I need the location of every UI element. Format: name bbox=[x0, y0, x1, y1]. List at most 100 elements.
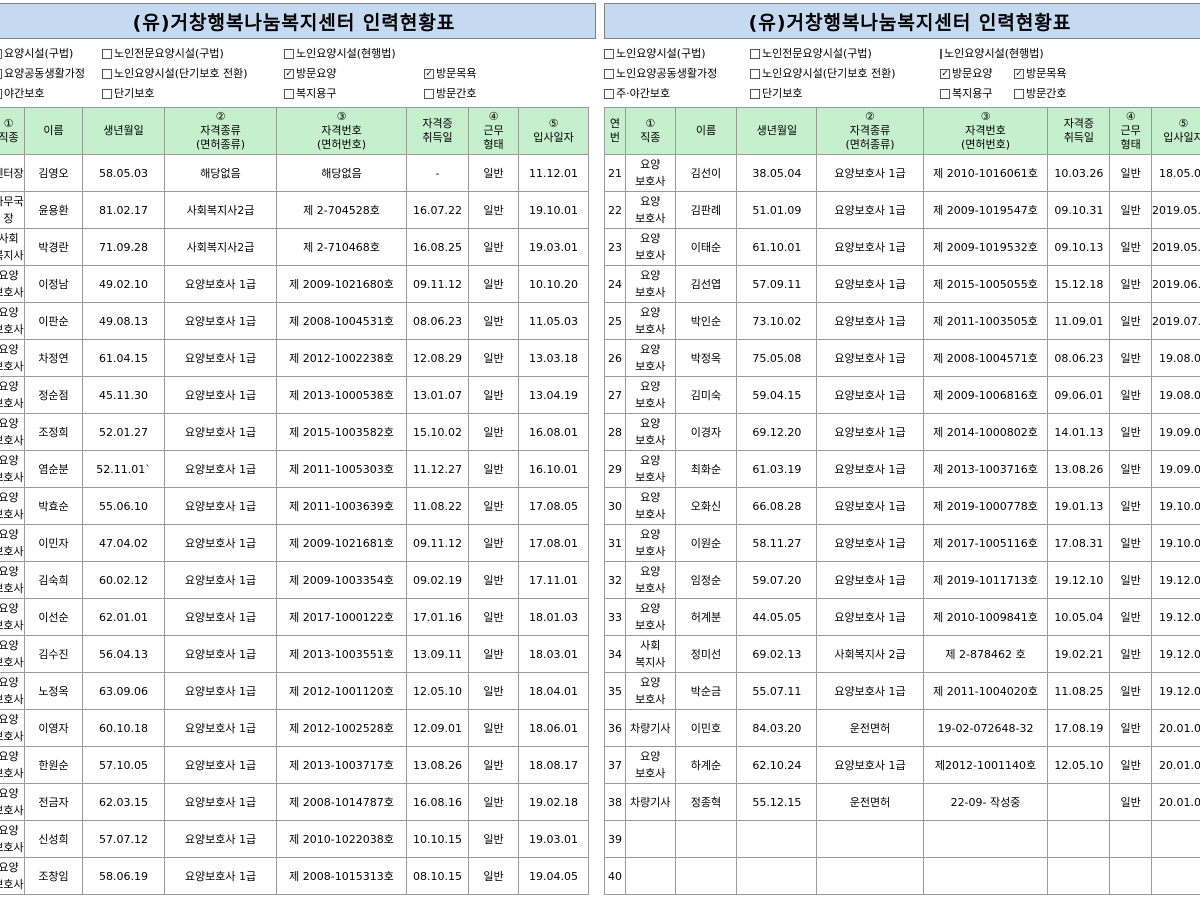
checkbox-icon[interactable] bbox=[102, 49, 112, 59]
facility-checkbox[interactable]: 노인요양시설(구법) bbox=[604, 44, 750, 64]
facility-checkbox[interactable]: ✓ 방문목욕 bbox=[424, 64, 534, 84]
column-header-acq-date: 자격증 취득일 bbox=[406, 107, 469, 155]
table-row: 사회 복지사박경란71.09.28사회복지사2급제 2-710468호16.08… bbox=[0, 228, 589, 266]
cell-work-type: 일반 bbox=[468, 672, 519, 710]
facility-checkbox[interactable]: 노인요양시설(단기보호 전환) bbox=[102, 64, 284, 84]
table-row: 23 요양 보호사 이태순 61.10.01 요양보호사 1급 제 2009-101953… bbox=[604, 228, 1200, 266]
checkbox-icon[interactable] bbox=[284, 89, 294, 99]
facility-checkbox[interactable]: 복지용구 bbox=[940, 84, 1014, 104]
facility-checkbox[interactable]: 노인요양시설(현행법) bbox=[940, 44, 1044, 64]
cell-hire-date: 2019.06.01 bbox=[1150, 265, 1200, 303]
cell-qual-type: 요양보호사 1급 bbox=[816, 265, 924, 303]
facility-checkbox[interactable]: 노인요양공동생활가정 bbox=[604, 64, 750, 84]
cell-qual-type: 사회복지사 2급 bbox=[816, 635, 924, 673]
checkbox-label: 방문요양 bbox=[952, 67, 993, 80]
cell-qual-type: 요양보호사 1급 bbox=[164, 598, 277, 636]
cell-acq-date bbox=[1047, 783, 1111, 821]
cell-qual-type: 요양보호사 1급 bbox=[816, 598, 924, 636]
cell-hire-date: 17.08.05 bbox=[518, 487, 589, 525]
column-header-hire-date: ⑤ 입사일자 bbox=[518, 107, 589, 155]
checkbox-icon[interactable] bbox=[284, 49, 294, 59]
cell-hire-date: 18.06.01 bbox=[518, 709, 589, 747]
cell-hire-date: 19.09.01 bbox=[1150, 450, 1200, 488]
cell-hire-date: 19.04.05 bbox=[518, 857, 589, 895]
cell-work-type: 일반 bbox=[468, 857, 519, 895]
facility-type-checkboxes: 요양시설(구법) 노인전문요양시설(구법) 노인요양시설(현행법) 요양공동생활가정 노… bbox=[0, 39, 596, 107]
cell-role: 요양 보호사 bbox=[0, 561, 25, 599]
cell-work-type: 일반 bbox=[468, 339, 519, 377]
cell-acq-date: 14.01.13 bbox=[1047, 413, 1111, 451]
checkbox-label: 방문목욕 bbox=[1026, 67, 1067, 80]
checkbox-icon[interactable] bbox=[940, 49, 942, 59]
checkbox-icon[interactable] bbox=[604, 89, 614, 99]
checkbox-icon[interactable] bbox=[0, 89, 2, 99]
cell-work-type: 일반 bbox=[468, 524, 519, 562]
cell-qual-no: 제 2010-1022038호 bbox=[276, 820, 407, 858]
checked-box-icon[interactable]: ✓ bbox=[424, 69, 434, 79]
facility-checkbox[interactable]: ✓ 방문목욕 bbox=[1014, 64, 1114, 84]
cell-no: 29 bbox=[604, 450, 626, 488]
column-header-acq-date: 자격증 취득일 bbox=[1047, 107, 1111, 155]
checkbox-icon[interactable] bbox=[750, 69, 760, 79]
checkbox-label: 단기보호 bbox=[114, 87, 155, 100]
facility-checkbox[interactable]: ✓ 방문요양 bbox=[940, 64, 1014, 84]
checkbox-icon[interactable] bbox=[0, 69, 2, 79]
cell-birth: 66.08.28 bbox=[736, 487, 818, 525]
table-row: 31 요양 보호사 이원순 58.11.27 요양보호사 1급 제 2017-100511… bbox=[604, 524, 1200, 562]
checkbox-icon[interactable] bbox=[604, 49, 614, 59]
facility-checkbox[interactable]: 복지용구 bbox=[284, 84, 424, 104]
checkbox-icon[interactable] bbox=[1014, 89, 1024, 99]
facility-checkbox[interactable]: 노인전문요양시설(구법) bbox=[750, 44, 940, 64]
cell-birth: 55.07.11 bbox=[736, 672, 818, 710]
cell-birth: 60.02.12 bbox=[82, 561, 165, 599]
cell-qual-no: 제 2008-1004571호 bbox=[922, 339, 1049, 377]
facility-checkbox[interactable]: 방문간호 bbox=[1014, 84, 1114, 104]
checkbox-row: 주·야간보호 단기보호 복지용구 방문간호 bbox=[604, 84, 1200, 104]
facility-checkbox[interactable]: 방문간호 bbox=[424, 84, 534, 104]
cell-birth: 61.04.15 bbox=[82, 339, 165, 377]
cell-acq-date: 09.06.01 bbox=[1047, 376, 1111, 414]
checkbox-icon[interactable] bbox=[604, 69, 614, 79]
cell-work-type: 일반 bbox=[1109, 598, 1152, 636]
checkbox-icon[interactable] bbox=[750, 49, 760, 59]
checkbox-icon[interactable] bbox=[102, 89, 112, 99]
facility-checkbox[interactable]: 야간보호 bbox=[0, 84, 102, 104]
facility-checkbox[interactable]: 요양시설(구법) bbox=[0, 44, 102, 64]
cell-no: 40 bbox=[604, 857, 626, 895]
cell-name: 김수진 bbox=[24, 635, 83, 673]
cell-role: 사회 복지사 bbox=[624, 635, 676, 673]
facility-checkbox[interactable]: 노인요양시설(현행법) bbox=[284, 44, 424, 64]
cell-birth: 55.06.10 bbox=[82, 487, 165, 525]
cell-birth: 59.04.15 bbox=[736, 376, 818, 414]
facility-checkbox[interactable]: 단기보호 bbox=[750, 84, 940, 104]
checked-box-icon[interactable]: ✓ bbox=[1014, 69, 1024, 79]
facility-checkbox[interactable]: 노인요양시설(단기보호 전환) bbox=[750, 64, 940, 84]
checkbox-icon[interactable] bbox=[102, 69, 112, 79]
cell-qual-no: 제 2012-1002528호 bbox=[276, 709, 407, 747]
cell-hire-date: 18.08.17 bbox=[518, 746, 589, 784]
cell-qual-type: 요양보호사 1급 bbox=[816, 376, 924, 414]
cell-no: 23 bbox=[604, 228, 626, 266]
facility-checkbox[interactable]: 요양공동생활가정 bbox=[0, 64, 102, 84]
facility-checkbox[interactable]: ✓ 방문요양 bbox=[284, 64, 424, 84]
cell-birth: 49.02.10 bbox=[82, 265, 165, 303]
cell-qual-type: 요양보호사 1급 bbox=[816, 302, 924, 340]
checkbox-icon[interactable] bbox=[940, 89, 950, 99]
cell-work-type: 일반 bbox=[468, 635, 519, 673]
facility-checkbox[interactable]: 노인전문요양시설(구법) bbox=[102, 44, 284, 64]
facility-checkbox[interactable]: 주·야간보호 bbox=[604, 84, 750, 104]
cell-qual-type: 요양보호사 1급 bbox=[816, 450, 924, 488]
checkbox-icon[interactable] bbox=[0, 49, 2, 59]
checkbox-icon[interactable] bbox=[750, 89, 760, 99]
cell-name: 김영오 bbox=[24, 154, 83, 192]
cell-hire-date: 19.10.01 bbox=[518, 191, 589, 229]
checkbox-icon[interactable] bbox=[424, 89, 434, 99]
table-row: 요양 보호사김수진56.04.13요양보호사 1급제 2013-1003551호… bbox=[0, 635, 589, 673]
cell-hire-date: 2019.05.01 bbox=[1150, 228, 1200, 266]
facility-checkbox[interactable]: 단기보호 bbox=[102, 84, 284, 104]
cell-birth: 69.12.20 bbox=[736, 413, 818, 451]
cell-hire-date: 19.10.01 bbox=[1150, 487, 1200, 525]
checked-box-icon[interactable]: ✓ bbox=[284, 69, 294, 79]
checked-box-icon[interactable]: ✓ bbox=[940, 69, 950, 79]
cell-work-type: 일반 bbox=[1109, 413, 1152, 451]
